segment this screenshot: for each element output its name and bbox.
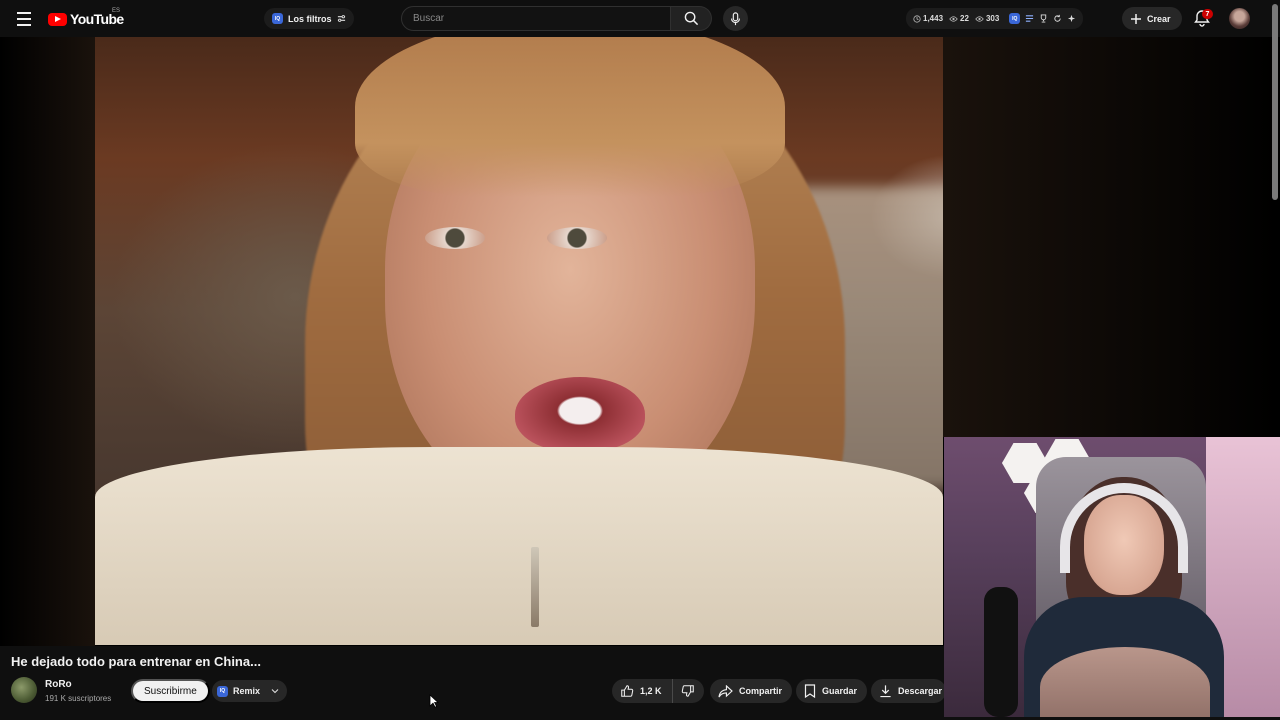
save-label: Guardar [822,686,858,696]
filters-chip[interactable]: IQ Los filtros [264,8,354,29]
clock-icon [913,14,921,23]
plus-icon [1131,13,1141,24]
like-button[interactable]: 1,2 K [612,679,673,703]
iq-extension-icon[interactable]: IQ [1009,13,1021,24]
create-button-label: Crear [1147,13,1171,24]
stat-eye2-value: 303 [985,14,1000,23]
account-avatar[interactable] [1229,8,1250,29]
webcam-streamer-legs [1040,647,1210,717]
search-icon [684,11,698,26]
menu-icon-line [17,18,31,20]
iq-extension-icon: IQ [217,685,228,697]
video-title: He dejado todo para entrenar en China... [11,654,261,669]
webcam-microphone [984,587,1018,717]
video-frame[interactable] [95,37,943,645]
like-dislike-group: 1,2 K [612,679,704,703]
remix-label: Remix [233,686,261,696]
download-button[interactable]: Descargar [871,679,947,703]
player-letterbox-left [0,37,95,646]
channel-avatar[interactable] [11,677,37,703]
streamer-webcam-overlay [944,437,1280,717]
sparkle-icon[interactable] [1067,14,1076,23]
like-count: 1,2 K [640,686,662,696]
search-box[interactable] [401,6,671,31]
trophy-icon[interactable] [1039,14,1048,23]
video-subject-mouth [515,377,645,452]
menu-icon-line [17,24,31,26]
download-icon [880,685,891,698]
refresh-icon[interactable] [1053,14,1062,23]
player-letterbox-right [943,37,1280,437]
share-button[interactable]: Compartir [710,679,793,703]
save-button[interactable]: Guardar [796,679,868,703]
cursor-arrow-icon [429,694,439,708]
chevron-down-icon[interactable] [269,687,281,695]
video-subject-sweater [95,447,943,645]
menu-button[interactable] [14,9,34,29]
extension-icons: IQ [1009,13,1076,24]
youtube-logo-icon [48,12,67,26]
create-button[interactable]: Crear [1122,7,1182,30]
share-icon [718,684,733,697]
page-scrollbar-thumb[interactable] [1272,4,1278,200]
download-label: Descargar [898,686,943,696]
stat-eye-value: 22 [960,14,969,23]
extension-stats-pill[interactable]: 1,443 22 303 IQ [906,8,1084,29]
channel-name[interactable]: RoRo [45,679,72,690]
search-button[interactable] [671,6,712,31]
like-icon [621,685,634,697]
subscribe-button[interactable]: Suscribirme [131,679,210,703]
filters-chip-label: Los filtros [288,13,332,24]
list-icon[interactable] [1025,14,1034,23]
search-input[interactable] [413,13,670,24]
mic-icon [730,11,741,25]
top-bar: YouTube ES IQ Los filtros 1,443 [0,0,1280,37]
subscriber-count: 191 K suscriptores [45,694,112,703]
stat-clock: 1,443 [913,14,943,23]
video-subject-bangs [355,37,785,197]
dislike-icon [681,685,694,697]
logo-country-code: ES [112,8,121,14]
share-label: Compartir [739,686,783,696]
video-subject-eye-left [425,227,485,249]
stat-eye: 22 [949,14,969,23]
remix-button[interactable]: IQ Remix [212,680,288,702]
stat-eye-2: 303 [975,14,999,23]
iq-extension-icon: IQ [272,13,283,24]
voice-search-button[interactable] [723,6,748,31]
menu-icon-line [17,12,31,14]
video-subject-eye-right [547,227,607,249]
filter-icon [337,15,345,22]
save-icon [804,684,816,698]
eye-icon [949,15,958,22]
dislike-button[interactable] [673,679,704,703]
notification-badge: 7 [1202,9,1213,19]
video-subject-zipper [531,547,539,627]
eye-icon [975,15,984,22]
stat-clock-value: 1,443 [923,14,944,23]
youtube-logo[interactable]: YouTube ES [48,8,124,27]
